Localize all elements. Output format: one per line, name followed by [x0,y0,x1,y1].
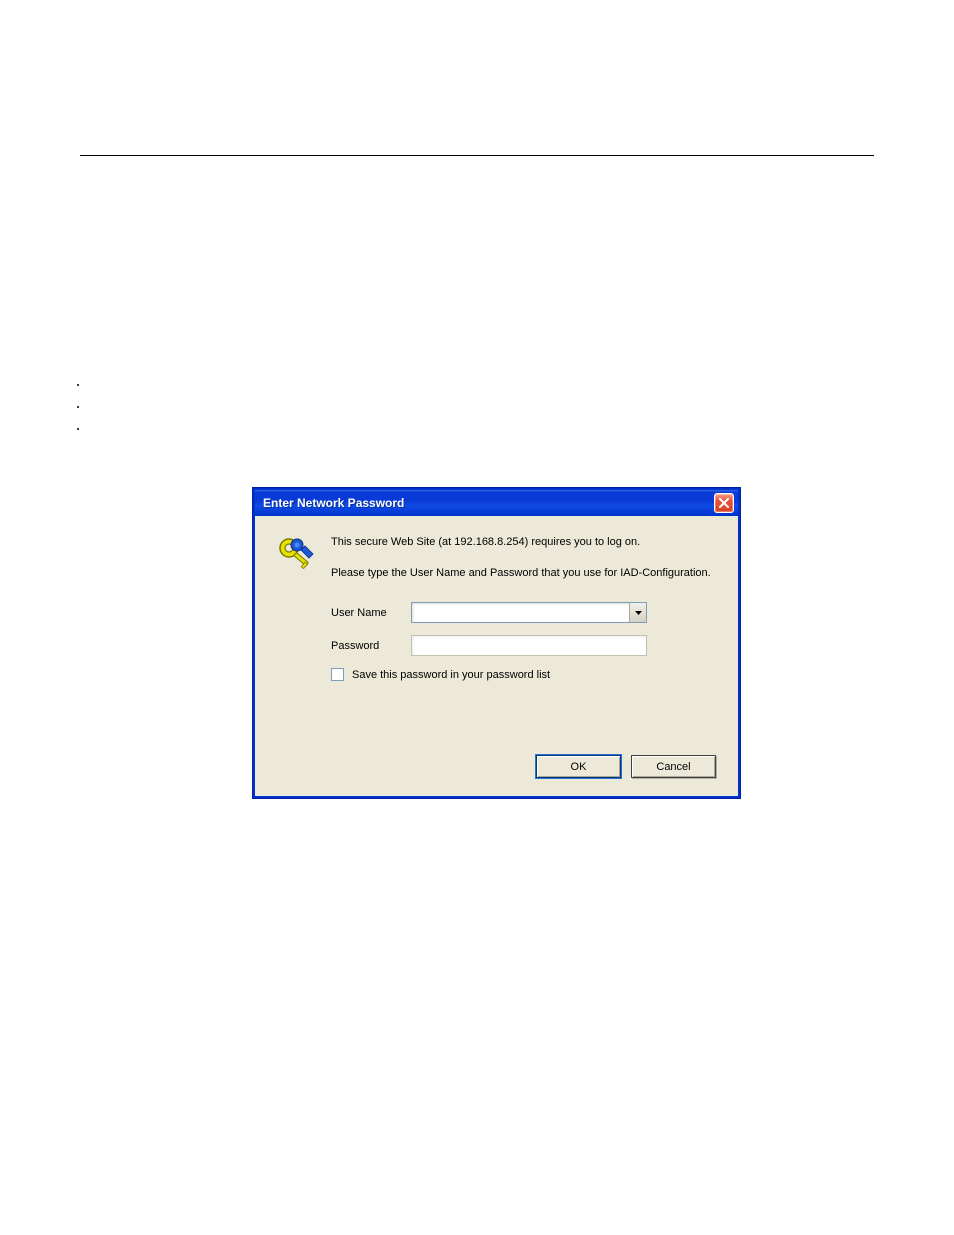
button-row: OK Cancel [536,755,716,778]
password-dialog: Enter Network Password This secure Web S… [253,488,740,798]
username-row: User Name [331,602,720,623]
message-primary: This secure Web Site (at 192.168.8.254) … [331,536,720,548]
save-password-label: Save this password in your password list [352,669,550,681]
username-combo[interactable] [411,602,647,623]
password-label: Password [331,640,411,652]
password-input[interactable] [411,635,647,656]
chevron-down-icon [635,611,642,615]
divider-line [80,155,874,156]
ok-button-label: OK [571,761,587,773]
ok-button[interactable]: OK [536,755,621,778]
username-label: User Name [331,607,411,619]
username-input[interactable] [411,602,647,623]
close-icon [719,496,729,511]
cancel-button[interactable]: Cancel [631,755,716,778]
titlebar: Enter Network Password [255,490,738,516]
save-password-row: Save this password in your password list [331,668,720,681]
dialog-title: Enter Network Password [263,496,404,510]
dialog-body: This secure Web Site (at 192.168.8.254) … [255,516,738,796]
username-dropdown-button[interactable] [629,603,646,622]
save-password-checkbox[interactable] [331,668,344,681]
password-row: Password [331,635,720,656]
dialog-content: This secure Web Site (at 192.168.8.254) … [331,536,720,681]
cancel-button-label: Cancel [656,761,690,773]
key-icon [275,534,315,574]
close-button[interactable] [714,493,734,513]
message-secondary: Please type the User Name and Password t… [331,566,720,580]
